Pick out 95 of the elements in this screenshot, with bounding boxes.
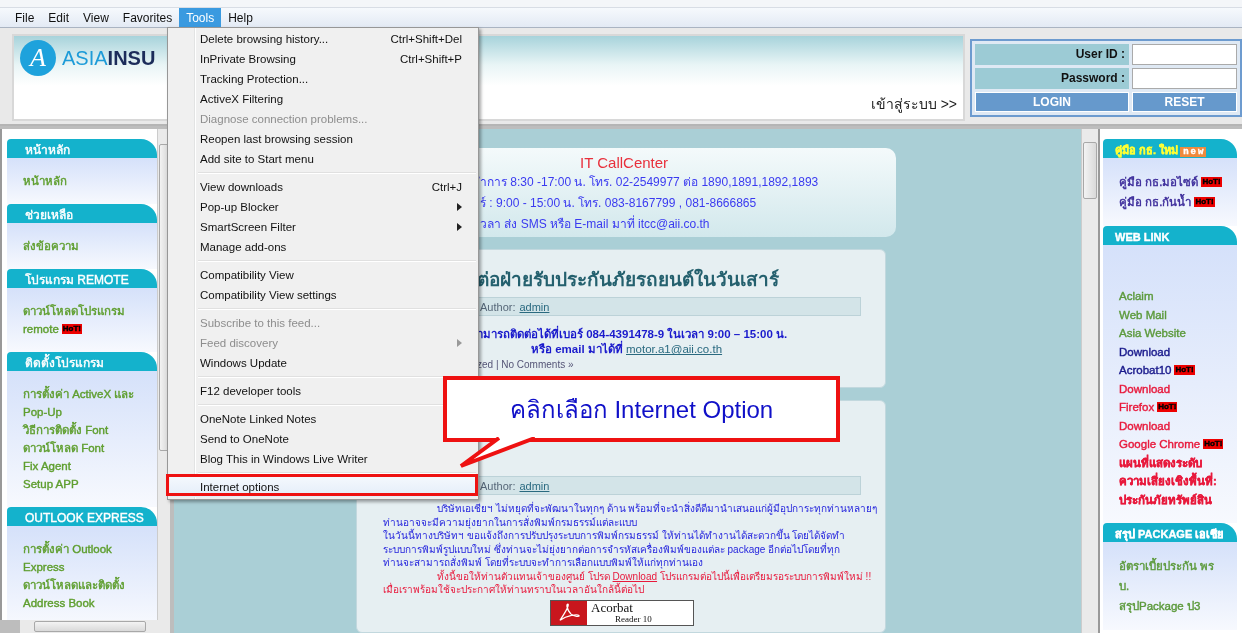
sidebar-link[interactable]: Express — [23, 561, 65, 573]
sidebar-link[interactable]: หน้าหลัก — [23, 172, 67, 190]
login-form-button[interactable]: RESET — [1132, 91, 1237, 112]
sidebar-link[interactable]: อัตราเบี้ยประกัน พร — [1119, 557, 1215, 575]
menu-item[interactable]: Delete browsing history... Ctrl+Shift+Del — [170, 29, 476, 49]
hot-badge: HoT! — [1157, 402, 1178, 413]
menu-item[interactable]: Windows Update — [170, 353, 476, 373]
sidebar-link[interactable]: ส่งข้อความ — [23, 237, 79, 255]
input-field[interactable] — [1132, 67, 1237, 89]
section-header: โปรแกรม REMOTE — [7, 269, 157, 288]
menu-item[interactable]: Tracking Protection... — [170, 69, 476, 89]
menu-item[interactable]: Compatibility View — [170, 265, 476, 285]
menu-item[interactable]: InPrivate Browsing Ctrl+Shift+P — [170, 49, 476, 69]
horizontal-scrollbar[interactable] — [20, 620, 170, 633]
sidebar-link[interactable]: คู่มือ กธ.มอไซด์ — [1119, 173, 1199, 191]
menu-item[interactable]: ActiveX Filtering — [170, 89, 476, 109]
login-link[interactable]: เข้าสู่ระบบ >> — [870, 93, 957, 115]
sidebar-link[interactable]: แผนที่แสดงระดับ — [1119, 453, 1202, 472]
scrollbar[interactable] — [1081, 129, 1098, 633]
scrollbar-thumb[interactable] — [34, 621, 146, 632]
sidebar-link[interactable]: remote — [23, 323, 59, 335]
post-paragraph: ามารถติดต่อได้ที่เบอร์ 084-4391478-9 ในเวลา 9:00 – 15:00 น. หรือ email มาได้ที่ motor.a1@aii.co.th — [477, 327, 788, 358]
callcenter-title: IT CallCenter — [579, 154, 670, 171]
menu-bar-item[interactable]: Favorites — [115, 8, 180, 27]
acrobat-banner[interactable]: Acorbat Reader 10 — [550, 599, 694, 626]
login-form-button[interactable]: LOGIN — [975, 91, 1129, 112]
menu-item[interactable]: SmartScreen Filter — [170, 217, 476, 237]
sidebar-link[interactable]: ดาวน์โหลดและติดตั้ง — [23, 576, 125, 594]
sidebar-link[interactable]: ประกันภัยทรัพย์สิน — [1119, 490, 1212, 509]
author-link[interactable]: admin — [519, 300, 550, 313]
sidebar-link[interactable]: ความเสี่ยงเชิงพื้นที่: — [1119, 472, 1217, 491]
callcenter-line: วลา ส่ง SMS หรือ E-mail มาที่ itcc@aii.co.th — [480, 215, 711, 233]
author-link[interactable]: admin — [519, 479, 550, 492]
post-paragraph: ทั้งนี้ขอให้ท่านตัวแทนเจ้าของศูนย์ โปรด Download โปรแกรมต่อไปนี้เพื่อเตรียมรอระบบการพิมพ์ใหม่ !! เมื่อเราพร้อมใช้จะประกาศให้ท่านทราบในเวลาอันใกล้นี้ต่อไป — [383, 569, 872, 597]
menu-item[interactable]: Pop-up Blocker — [170, 197, 476, 217]
section-header: OUTLOOK EXPRESS — [7, 507, 157, 526]
menu-item[interactable]: Compatibility View settings — [170, 285, 476, 305]
author-label: Author: — [480, 479, 516, 492]
menu-bar-item[interactable]: Edit — [41, 8, 77, 27]
text-link[interactable]: Download — [612, 570, 658, 582]
sidebar-link[interactable]: Fix Agent — [23, 460, 71, 472]
menu-bar-item[interactable]: Tools — [179, 8, 222, 27]
section-title: WEB LINK — [1115, 231, 1170, 243]
menu-bar-item[interactable]: View — [76, 8, 116, 27]
sidebar-link[interactable]: บ. — [1119, 577, 1130, 595]
sidebar-link[interactable]: Firefox — [1119, 401, 1155, 414]
menu-item[interactable]: Reopen last browsing session — [170, 129, 476, 149]
menu-item[interactable]: Manage add-ons — [170, 237, 476, 257]
new-badge: new — [1180, 147, 1207, 157]
section-header: หน้าหลัก — [7, 139, 157, 158]
sidebar-link[interactable]: Aclaim — [1119, 290, 1154, 303]
hot-badge: HoT! — [1174, 365, 1195, 376]
menu-item[interactable]: View downloads Ctrl+J — [170, 177, 476, 197]
menu-item[interactable]: Add site to Start menu — [170, 149, 476, 169]
sidebar-link[interactable]: Web Mail — [1119, 308, 1167, 321]
sidebar-link[interactable]: สรุปPackage ป3 — [1119, 597, 1201, 615]
sidebar-link[interactable]: การตั้งค่า Outlook — [23, 540, 112, 558]
section-title: สรุป PACKAGE เอเชีย — [1115, 528, 1224, 540]
scrollbar-thumb[interactable] — [1083, 142, 1097, 199]
logo-mark: A — [20, 40, 56, 76]
sidebar-link[interactable]: Acrobat10 — [1119, 364, 1172, 377]
sidebar-link[interactable]: ดาวน์โหลด Font — [23, 439, 105, 457]
sidebar-link[interactable]: Download — [1119, 382, 1171, 395]
text-link[interactable]: motor.a1@aii.co.th — [626, 343, 723, 356]
menu-bar-item[interactable]: File — [8, 8, 42, 27]
sidebar-link[interactable]: ดาวน์โหลดโปรแกรม — [23, 302, 125, 320]
sidebar-link[interactable]: Pop-Up — [23, 406, 62, 418]
sidebar-link[interactable]: Download — [1119, 345, 1171, 358]
sidebar-link[interactable]: คู่มือ กธ.กันน้ำ — [1119, 193, 1192, 211]
hot-badge: HoT! — [1194, 197, 1215, 207]
sidebar-link[interactable]: Setup APP — [23, 478, 79, 490]
banner-subtitle: Reader 10 — [614, 613, 652, 624]
sidebar-link[interactable]: การตั้งค่า ActiveX และ — [23, 385, 135, 403]
section-header: ช่วยเหลือ — [7, 204, 157, 223]
sidebar-link[interactable]: วิธีการติดตั้ง Font — [23, 421, 109, 439]
hot-badge: HoT! — [1203, 439, 1224, 450]
input-field[interactable] — [1132, 43, 1237, 65]
callcenter-line: ร์ : 9:00 - 15:00 น. โทร. 083-8167799 , 081-8666865 — [480, 195, 758, 212]
sidebar-link[interactable]: Asia Website — [1119, 327, 1186, 340]
hot-badge: HoT! — [1201, 177, 1222, 187]
section-header: ติดตั้งโปรแกรม — [7, 352, 157, 371]
menu-bar-item[interactable]: Help — [221, 8, 260, 27]
logo-text: ASIAINSU — [62, 46, 156, 70]
hot-badge: HoT! — [61, 324, 82, 334]
section-title: คู่มือ กธ. ใหม่ — [1115, 144, 1179, 156]
post-title: ต่อฝ่ายรับประกันภัยรถยนต์ในวันเสาร์ — [477, 267, 780, 293]
sidebar-link[interactable]: Download — [1119, 419, 1171, 432]
field-label: Password : — [975, 67, 1129, 89]
sidebar-link[interactable]: Address Book — [23, 597, 95, 609]
pdf-logo-icon — [551, 600, 587, 625]
sidebar-link[interactable]: Google Chrome — [1119, 438, 1201, 451]
author-label: Author: — [480, 300, 516, 313]
post-paragraph: บริษัทเอเชียฯ ไม่หยุดที่จะพัฒนาในทุกๆ ด้าน พร้อมที่จะนำสิ่งดีดีมานำเสนอแก่ผู้มีอุปการะทุกท่านหลายๆ ท่านอาจจะมีความยุ่งยากในการสั่งพิมพ์กรมธรรม์แต่ละแบบ ในวันนี้ทางบริษัทฯ ขอแจ้งถึงการปรับปรุงระบบการพิมพ์กรมธรรม์ ให้ท่านได้ทำงานได้สะดวกขึ้น โดยได้จัดทำ ระบบการพิมพ์รูปแบบใหม่ ซึ่งท่านจะไม่ยุ่งยากต่อการจำรหัสเครื่องพิมพ์ของแต่ละ package อีกต่อไปโดยที่ทุก ท่านจะสามารถสั่งพิมพ์ โดยที่ระบบจะทำการเลือกแบบพิมพ์ให้แก่ทุกท่านเอง — [383, 502, 878, 569]
banner-title: Acorbat — [591, 600, 634, 614]
field-label: User ID : — [975, 43, 1129, 65]
